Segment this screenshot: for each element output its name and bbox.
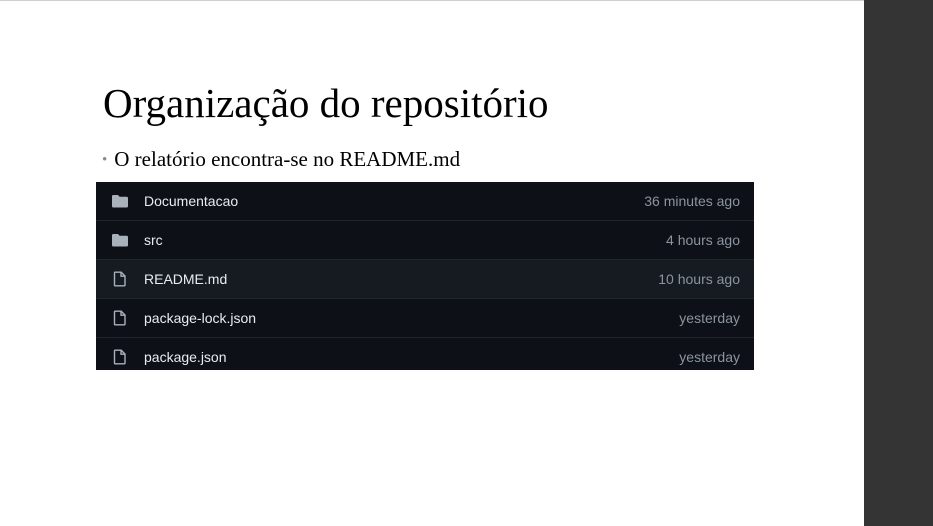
file-name[interactable]: Documentacao xyxy=(144,193,238,209)
file-row-src[interactable]: src 4 hours ago xyxy=(96,220,754,259)
bullet-text: O relatório encontra-se no README.md xyxy=(114,147,461,171)
file-updated-time[interactable]: yesterday xyxy=(679,310,740,326)
file-row-package[interactable]: package.json yesterday xyxy=(96,337,754,370)
file-updated-time[interactable]: 4 hours ago xyxy=(666,232,740,248)
file-row-documentacao[interactable]: Documentacao 36 minutes ago xyxy=(96,182,754,220)
file-icon xyxy=(113,310,126,326)
bullet-item: • O relatório encontra-se no README.md xyxy=(102,146,460,175)
file-icon xyxy=(113,271,126,287)
file-name[interactable]: README.md xyxy=(144,271,227,287)
file-updated-time[interactable]: yesterday xyxy=(679,349,740,365)
repo-file-list: Documentacao 36 minutes ago src 4 hours … xyxy=(96,182,754,370)
file-row-readme[interactable]: README.md 10 hours ago xyxy=(96,259,754,298)
bullet-icon: • xyxy=(102,152,108,168)
file-name[interactable]: package.json xyxy=(144,349,227,365)
file-name[interactable]: package-lock.json xyxy=(144,310,256,326)
folder-icon xyxy=(112,234,128,247)
file-icon xyxy=(113,349,126,365)
slide: Organização do repositório • O relatório … xyxy=(0,1,864,526)
file-updated-time[interactable]: 36 minutes ago xyxy=(644,193,740,209)
file-updated-time[interactable]: 10 hours ago xyxy=(658,271,740,287)
slide-title: Organização do repositório xyxy=(103,80,549,126)
side-panel xyxy=(864,0,933,526)
file-row-package-lock[interactable]: package-lock.json yesterday xyxy=(96,298,754,337)
folder-icon xyxy=(112,195,128,208)
file-name[interactable]: src xyxy=(144,232,163,248)
